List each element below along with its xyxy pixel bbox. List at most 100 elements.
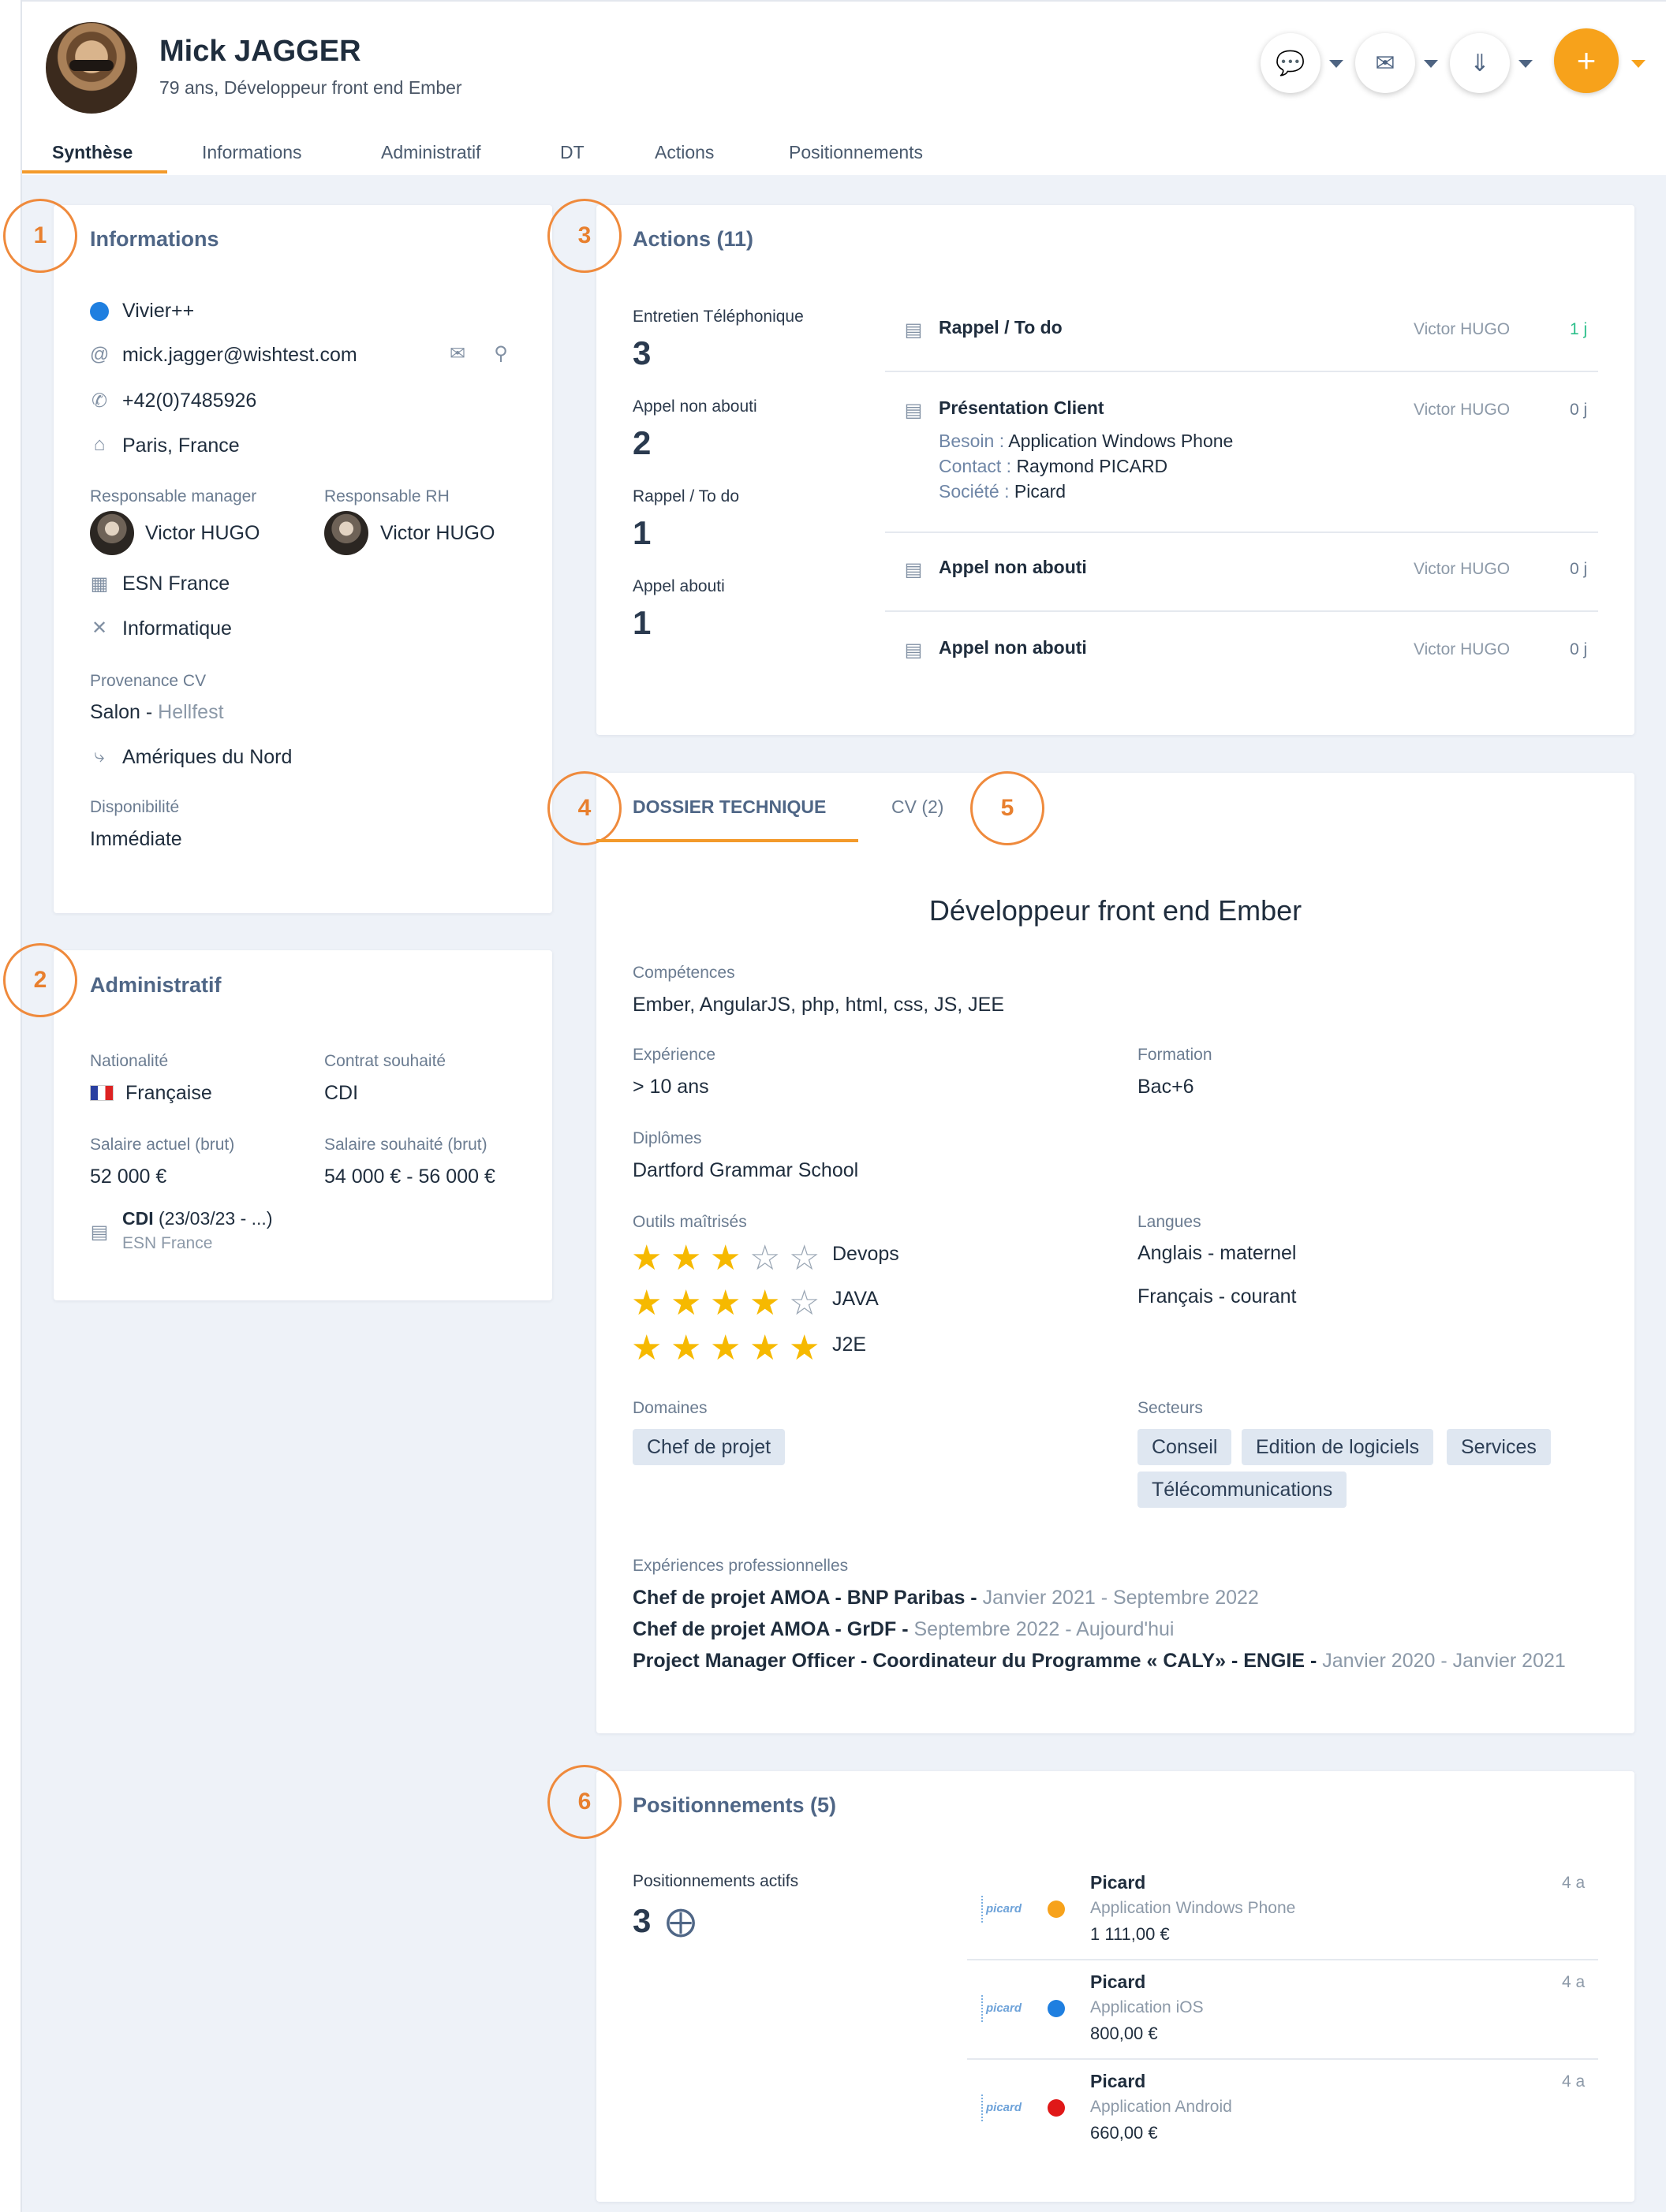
positionnement-company[interactable]: Picard bbox=[1090, 2071, 1145, 2092]
formation-value: Bac+6 bbox=[1137, 1076, 1194, 1098]
positionnement-company[interactable]: Picard bbox=[1090, 1971, 1145, 1993]
provenance-detail: Hellfest bbox=[158, 701, 224, 723]
disponibilite-value: Immédiate bbox=[90, 828, 182, 850]
candidate-subtitle: 79 ans, Développeur front end Ember bbox=[159, 77, 462, 98]
phone-icon: ✆ bbox=[91, 390, 108, 412]
action-title[interactable]: Présentation Client bbox=[939, 397, 1104, 419]
target-icon: ⨁ bbox=[666, 1905, 696, 1938]
secteur-tag: Services bbox=[1447, 1429, 1551, 1465]
action-age: 0 j bbox=[1570, 401, 1588, 419]
experience-value: > 10 ans bbox=[633, 1076, 709, 1098]
competences-label: Compétences bbox=[633, 964, 735, 982]
manager-name[interactable]: Victor HUGO bbox=[145, 522, 260, 545]
candidate-name: Mick JAGGER bbox=[159, 35, 361, 68]
calendar-icon: ▤ bbox=[904, 640, 923, 661]
contact-value: Raymond PICARD bbox=[1016, 456, 1168, 476]
action-title[interactable]: Rappel / To do bbox=[939, 317, 1063, 338]
building-icon: ▦ bbox=[90, 573, 109, 595]
disponibilite-label: Disponibilité bbox=[90, 798, 180, 816]
envelope-icon[interactable]: ✉ bbox=[446, 342, 469, 365]
positionnement-project: Application Windows Phone bbox=[1090, 1899, 1296, 1917]
actions-title[interactable]: Actions (11) bbox=[633, 227, 753, 252]
provenance-value: Salon - Hellfest bbox=[90, 701, 224, 724]
tab-positionnements[interactable]: Positionnements bbox=[789, 136, 923, 180]
chat-button[interactable]: 💬 bbox=[1261, 33, 1320, 93]
secteurs-label: Secteurs bbox=[1137, 1399, 1203, 1417]
star-icon: ☆ bbox=[749, 1239, 781, 1278]
mail-dropdown-caret[interactable] bbox=[1424, 60, 1438, 68]
positionnement-amount: 660,00 € bbox=[1090, 2123, 1158, 2143]
positionnement-amount: 800,00 € bbox=[1090, 2024, 1158, 2043]
action-title[interactable]: Appel non abouti bbox=[939, 637, 1087, 658]
action-title[interactable]: Appel non abouti bbox=[939, 557, 1087, 578]
badge-5: 5 bbox=[970, 771, 1044, 845]
nationalite-label: Nationalité bbox=[90, 1052, 169, 1070]
page: Mick JAGGER 79 ans, Développeur front en… bbox=[0, 0, 1666, 2212]
tab-dossier-technique[interactable]: DOSSIER TECHNIQUE bbox=[633, 796, 826, 818]
outils-label: Outils maîtrisés bbox=[633, 1213, 747, 1231]
action-author: Victor HUGO bbox=[1414, 640, 1511, 658]
plus-icon: + bbox=[1576, 42, 1597, 79]
star-icon: ☆ bbox=[789, 1284, 820, 1322]
rh-label: Responsable RH bbox=[324, 487, 450, 505]
experience-item: Chef de projet AMOA - GrDF - Septembre 2… bbox=[633, 1618, 1174, 1641]
stat-value: 3 bbox=[633, 334, 652, 371]
calendar-icon: ▤ bbox=[904, 400, 923, 421]
company-logo: picard bbox=[981, 1995, 1030, 2022]
left-rail bbox=[0, 0, 22, 2212]
dossier-headline: Développeur front end Ember bbox=[928, 894, 1302, 927]
phone-value[interactable]: +42(0)7485926 bbox=[122, 390, 256, 412]
download-dropdown-caret[interactable] bbox=[1518, 60, 1533, 68]
add-dropdown-caret[interactable] bbox=[1631, 60, 1645, 68]
download-button[interactable]: ⇓ bbox=[1450, 33, 1510, 93]
manager-label: Responsable manager bbox=[90, 487, 257, 505]
add-button[interactable]: + bbox=[1554, 28, 1619, 93]
divider bbox=[885, 371, 1598, 372]
stat-label: Appel abouti bbox=[633, 577, 725, 595]
mail-button[interactable]: ✉ bbox=[1355, 33, 1415, 93]
status-dot-icon bbox=[1048, 2000, 1065, 2017]
action-author: Victor HUGO bbox=[1414, 401, 1511, 419]
administratif-title: Administratif bbox=[90, 973, 222, 997]
tab-dt[interactable]: DT bbox=[560, 136, 585, 180]
besoin-value: Application Windows Phone bbox=[1008, 431, 1234, 451]
star-icon: ★ bbox=[710, 1284, 741, 1322]
domaine-tag: Chef de projet bbox=[633, 1429, 786, 1465]
formation-label: Formation bbox=[1137, 1046, 1212, 1064]
star-icon: ★ bbox=[671, 1239, 702, 1278]
search-icon[interactable]: ⚲ bbox=[489, 342, 513, 365]
positionnements-title[interactable]: Positionnements (5) bbox=[633, 1793, 836, 1818]
agency-value: Vivier++ bbox=[122, 300, 195, 322]
badge-1: 1 bbox=[3, 199, 77, 273]
contract-type: CDI bbox=[122, 1208, 154, 1229]
star-icon: ★ bbox=[631, 1284, 663, 1322]
tab-administratif[interactable]: Administratif bbox=[381, 136, 481, 180]
badge-6: 6 bbox=[547, 1765, 622, 1839]
tab-informations[interactable]: Informations bbox=[202, 136, 302, 180]
divider bbox=[885, 532, 1598, 533]
action-age: 0 j bbox=[1570, 640, 1588, 658]
experiences-label: Expériences professionnelles bbox=[633, 1557, 849, 1575]
rh-name[interactable]: Victor HUGO bbox=[380, 522, 495, 545]
stat-label: Appel non abouti bbox=[633, 397, 757, 416]
star-icon: ☆ bbox=[789, 1239, 820, 1278]
contract-title[interactable]: CDI (23/03/23 - ...) bbox=[122, 1208, 272, 1229]
action-age: 1 j bbox=[1570, 320, 1588, 338]
tab-cv[interactable]: CV (2) bbox=[891, 796, 943, 818]
email-value[interactable]: mick.jagger@wishtest.com bbox=[122, 344, 357, 367]
positionnement-company[interactable]: Picard bbox=[1090, 1872, 1145, 1893]
langue-item: Français - courant bbox=[1137, 1285, 1297, 1307]
dossier-tab-indicator bbox=[596, 839, 858, 842]
avatar[interactable] bbox=[46, 22, 137, 114]
nationalite-value: Française bbox=[125, 1082, 212, 1104]
calendar-icon: ▤ bbox=[904, 559, 923, 580]
langue-item: Anglais - maternel bbox=[1137, 1242, 1297, 1264]
chat-dropdown-caret[interactable] bbox=[1329, 60, 1343, 68]
tab-actions[interactable]: Actions bbox=[655, 136, 714, 180]
manager-avatar bbox=[90, 511, 134, 555]
secteur-tag: Conseil bbox=[1137, 1429, 1232, 1465]
company-value: ESN France bbox=[122, 573, 230, 595]
star-icon: ★ bbox=[631, 1329, 663, 1367]
action-contact: Contact : Raymond PICARD bbox=[939, 456, 1167, 477]
divider bbox=[885, 610, 1598, 612]
